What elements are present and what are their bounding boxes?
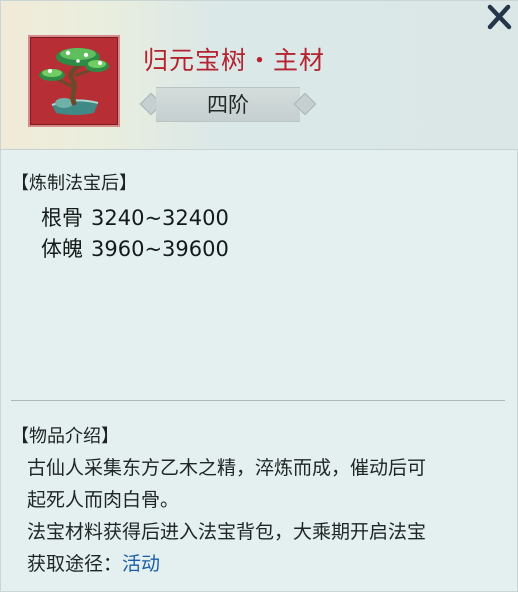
description-line: 法宝材料获得后进入法宝背包，大乘期开启法宝 [27,521,427,543]
item-grade: 四阶 [207,93,249,117]
grade-plate: 四阶 [139,87,317,122]
stat-name: 根骨 [41,206,83,230]
intro-section-heading: 【物品介绍】 [11,426,119,447]
stat-row-physique: 体魄 3960~39600 [41,233,229,263]
stat-range: 3240~32400 [91,206,229,230]
stat-name: 体魄 [41,237,83,261]
close-button[interactable] [485,3,513,31]
description-line: 古仙人采集东方乙木之精，淬炼而成，催动后可 [27,457,427,479]
bonsai-tree-icon [28,35,120,127]
refine-section-heading: 【炼制法宝后】 [11,173,137,194]
section-divider [11,400,505,401]
stat-range: 3960~39600 [91,237,229,261]
description-line: 起死人而肉白骨。 [27,489,180,511]
item-header: 归元宝树・主材 四阶 [1,1,518,150]
stat-row-root-bone: 根骨 3240~32400 [41,202,229,232]
close-icon [487,4,512,30]
source-link-activity[interactable]: 活动 [122,553,160,575]
source-line: 获取途径：活动 [27,549,160,576]
item-tooltip-panel: 归元宝树・主材 四阶 【炼制法宝后】 根骨 3240~32400 体魄 3960~3… [0,0,518,592]
item-title: 归元宝树・主材 [143,46,326,75]
source-label: 获取途径： [27,553,123,575]
